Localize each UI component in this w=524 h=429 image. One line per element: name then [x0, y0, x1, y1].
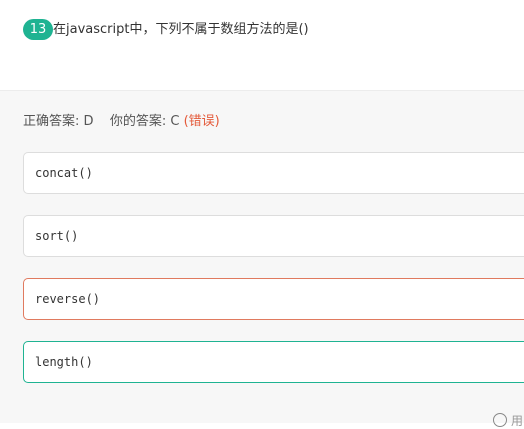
answer-panel: 正确答案: D 你的答案: C (错误) concat() sort() rev… [0, 90, 524, 423]
question-text: 在javascript中，下列不属于数组方法的是() [53, 22, 309, 37]
smiley-icon[interactable] [493, 413, 507, 427]
option-c[interactable]: reverse() [23, 278, 524, 320]
correct-answer-value: D [83, 114, 94, 129]
option-a[interactable]: concat() [23, 152, 524, 194]
answer-summary: 正确答案: D 你的答案: C (错误) [23, 113, 220, 131]
your-answer-value: C [170, 114, 180, 129]
option-c-text: reverse() [35, 292, 101, 306]
footer-action-label[interactable]: 用 [511, 412, 523, 429]
option-d[interactable]: length() [23, 341, 524, 383]
correct-answer-label: 正确答案: [23, 114, 80, 129]
question-number-badge: 13 [23, 19, 53, 40]
option-d-text: length() [35, 355, 93, 369]
option-b-text: sort() [35, 229, 79, 243]
option-b[interactable]: sort() [23, 215, 524, 257]
option-a-text: concat() [35, 166, 93, 180]
answer-status: (错误) [183, 114, 220, 129]
question-header: 13 在javascript中，下列不属于数组方法的是() [0, 0, 524, 90]
your-answer-label: 你的答案: [109, 114, 167, 129]
